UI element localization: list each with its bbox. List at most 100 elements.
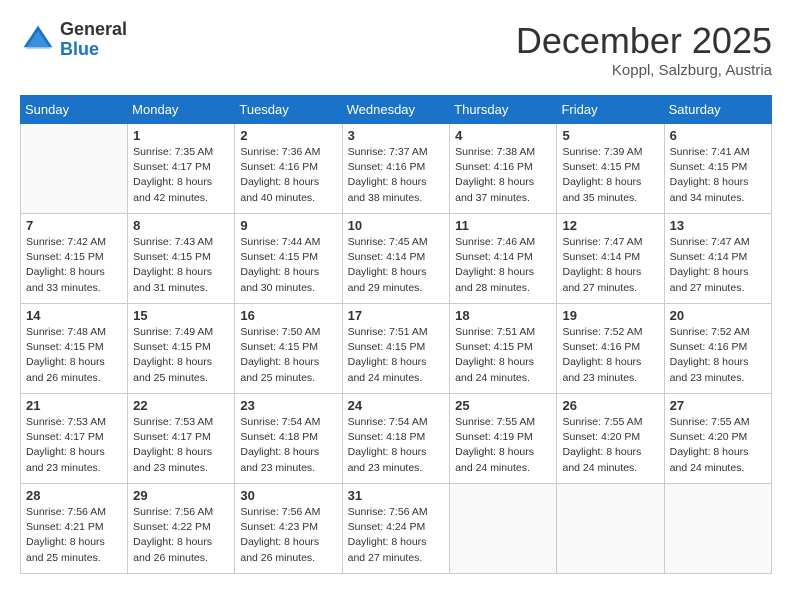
logo: General Blue xyxy=(20,20,127,60)
day-number: 4 xyxy=(455,128,551,143)
day-number: 3 xyxy=(348,128,445,143)
calendar-cell: 26 Sunrise: 7:55 AMSunset: 4:20 PMDayligh… xyxy=(557,394,664,484)
column-header-thursday: Thursday xyxy=(450,96,557,124)
day-number: 7 xyxy=(26,218,122,233)
calendar-cell: 24 Sunrise: 7:54 AMSunset: 4:18 PMDayligh… xyxy=(342,394,450,484)
calendar-cell: 5 Sunrise: 7:39 AMSunset: 4:15 PMDaylight… xyxy=(557,124,664,214)
calendar-cell: 18 Sunrise: 7:51 AMSunset: 4:15 PMDayligh… xyxy=(450,304,557,394)
calendar-header: SundayMondayTuesdayWednesdayThursdayFrid… xyxy=(21,96,772,124)
calendar-cell: 12Sunrise: 7:47 AMSunset: 4:14 PMDayligh… xyxy=(557,214,664,304)
day-number: 28 xyxy=(26,488,122,503)
day-info: Sunrise: 7:46 AMSunset: 4:14 PMDaylight:… xyxy=(455,235,551,296)
calendar-cell xyxy=(450,484,557,574)
day-number: 22 xyxy=(133,398,229,413)
calendar-cell: 29 Sunrise: 7:56 AMSunset: 4:22 PMDayligh… xyxy=(128,484,235,574)
day-info: Sunrise: 7:36 AMSunset: 4:16 PMDaylight:… xyxy=(240,145,336,206)
day-number: 10 xyxy=(348,218,445,233)
day-info: Sunrise: 7:43 AMSunset: 4:15 PMDaylight:… xyxy=(133,235,229,296)
calendar-cell: 27Sunrise: 7:55 AMSunset: 4:20 PMDayligh… xyxy=(664,394,771,484)
day-info: Sunrise: 7:55 AMSunset: 4:20 PMDaylight:… xyxy=(562,415,658,476)
day-info: Sunrise: 7:56 AMSunset: 4:23 PMDaylight:… xyxy=(240,505,336,566)
calendar-cell: 30 Sunrise: 7:56 AMSunset: 4:23 PMDayligh… xyxy=(235,484,342,574)
title-block: December 2025 Koppl, Salzburg, Austria xyxy=(516,20,772,79)
day-number: 2 xyxy=(240,128,336,143)
calendar-cell xyxy=(664,484,771,574)
calendar-cell: 9 Sunrise: 7:44 AMSunset: 4:15 PMDaylight… xyxy=(235,214,342,304)
column-header-wednesday: Wednesday xyxy=(342,96,450,124)
day-info: Sunrise: 7:37 AMSunset: 4:16 PMDaylight:… xyxy=(348,145,445,206)
day-number: 18 xyxy=(455,308,551,323)
day-number: 6 xyxy=(670,128,766,143)
logo-blue: Blue xyxy=(60,40,127,60)
calendar-week-4: 21Sunrise: 7:53 AMSunset: 4:17 PMDayligh… xyxy=(21,394,772,484)
calendar-cell: 21Sunrise: 7:53 AMSunset: 4:17 PMDayligh… xyxy=(21,394,128,484)
calendar-cell: 20 Sunrise: 7:52 AMSunset: 4:16 PMDayligh… xyxy=(664,304,771,394)
day-info: Sunrise: 7:45 AMSunset: 4:14 PMDaylight:… xyxy=(348,235,445,296)
day-number: 25 xyxy=(455,398,551,413)
calendar-cell: 11 Sunrise: 7:46 AMSunset: 4:14 PMDayligh… xyxy=(450,214,557,304)
logo-icon xyxy=(20,22,56,58)
day-info: Sunrise: 7:49 AMSunset: 4:15 PMDaylight:… xyxy=(133,325,229,386)
day-info: Sunrise: 7:42 AMSunset: 4:15 PMDaylight:… xyxy=(26,235,122,296)
day-info: Sunrise: 7:56 AMSunset: 4:22 PMDaylight:… xyxy=(133,505,229,566)
day-number: 1 xyxy=(133,128,229,143)
calendar-cell: 19Sunrise: 7:52 AMSunset: 4:16 PMDayligh… xyxy=(557,304,664,394)
day-info: Sunrise: 7:53 AMSunset: 4:17 PMDaylight:… xyxy=(26,415,122,476)
day-info: Sunrise: 7:44 AMSunset: 4:15 PMDaylight:… xyxy=(240,235,336,296)
day-number: 29 xyxy=(133,488,229,503)
calendar-body: 1 Sunrise: 7:35 AMSunset: 4:17 PMDaylight… xyxy=(21,124,772,574)
day-number: 15 xyxy=(133,308,229,323)
day-info: Sunrise: 7:38 AMSunset: 4:16 PMDaylight:… xyxy=(455,145,551,206)
day-number: 23 xyxy=(240,398,336,413)
day-number: 31 xyxy=(348,488,445,503)
day-number: 11 xyxy=(455,218,551,233)
day-number: 14 xyxy=(26,308,122,323)
day-info: Sunrise: 7:39 AMSunset: 4:15 PMDaylight:… xyxy=(562,145,658,206)
day-info: Sunrise: 7:54 AMSunset: 4:18 PMDaylight:… xyxy=(240,415,336,476)
column-header-sunday: Sunday xyxy=(21,96,128,124)
calendar-cell: 4 Sunrise: 7:38 AMSunset: 4:16 PMDaylight… xyxy=(450,124,557,214)
day-number: 13 xyxy=(670,218,766,233)
calendar-cell: 31 Sunrise: 7:56 AMSunset: 4:24 PMDayligh… xyxy=(342,484,450,574)
location: Koppl, Salzburg, Austria xyxy=(516,62,772,79)
calendar-header-row: SundayMondayTuesdayWednesdayThursdayFrid… xyxy=(21,96,772,124)
calendar-cell: 3 Sunrise: 7:37 AMSunset: 4:16 PMDaylight… xyxy=(342,124,450,214)
day-number: 16 xyxy=(240,308,336,323)
day-number: 20 xyxy=(670,308,766,323)
day-info: Sunrise: 7:55 AMSunset: 4:20 PMDaylight:… xyxy=(670,415,766,476)
calendar-cell: 25Sunrise: 7:55 AMSunset: 4:19 PMDayligh… xyxy=(450,394,557,484)
logo-text: General Blue xyxy=(60,20,127,60)
calendar-cell: 17Sunrise: 7:51 AMSunset: 4:15 PMDayligh… xyxy=(342,304,450,394)
calendar-week-2: 7 Sunrise: 7:42 AMSunset: 4:15 PMDaylight… xyxy=(21,214,772,304)
calendar-cell: 13 Sunrise: 7:47 AMSunset: 4:14 PMDayligh… xyxy=(664,214,771,304)
day-number: 5 xyxy=(562,128,658,143)
day-info: Sunrise: 7:51 AMSunset: 4:15 PMDaylight:… xyxy=(348,325,445,386)
calendar-cell: 10 Sunrise: 7:45 AMSunset: 4:14 PMDayligh… xyxy=(342,214,450,304)
calendar-cell xyxy=(557,484,664,574)
day-info: Sunrise: 7:47 AMSunset: 4:14 PMDaylight:… xyxy=(670,235,766,296)
page-header: General Blue December 2025 Koppl, Salzbu… xyxy=(20,20,772,79)
day-number: 30 xyxy=(240,488,336,503)
calendar-cell: 23 Sunrise: 7:54 AMSunset: 4:18 PMDayligh… xyxy=(235,394,342,484)
calendar-cell xyxy=(21,124,128,214)
calendar-week-1: 1 Sunrise: 7:35 AMSunset: 4:17 PMDaylight… xyxy=(21,124,772,214)
day-info: Sunrise: 7:52 AMSunset: 4:16 PMDaylight:… xyxy=(670,325,766,386)
day-number: 26 xyxy=(562,398,658,413)
calendar-cell: 8 Sunrise: 7:43 AMSunset: 4:15 PMDaylight… xyxy=(128,214,235,304)
day-number: 8 xyxy=(133,218,229,233)
logo-general: General xyxy=(60,20,127,40)
month-title: December 2025 xyxy=(516,20,772,62)
day-info: Sunrise: 7:48 AMSunset: 4:15 PMDaylight:… xyxy=(26,325,122,386)
day-number: 24 xyxy=(348,398,445,413)
calendar-cell: 1 Sunrise: 7:35 AMSunset: 4:17 PMDaylight… xyxy=(128,124,235,214)
column-header-friday: Friday xyxy=(557,96,664,124)
day-number: 9 xyxy=(240,218,336,233)
day-info: Sunrise: 7:35 AMSunset: 4:17 PMDaylight:… xyxy=(133,145,229,206)
calendar-cell: 14 Sunrise: 7:48 AMSunset: 4:15 PMDayligh… xyxy=(21,304,128,394)
calendar-week-5: 28Sunrise: 7:56 AMSunset: 4:21 PMDayligh… xyxy=(21,484,772,574)
calendar-week-3: 14 Sunrise: 7:48 AMSunset: 4:15 PMDayligh… xyxy=(21,304,772,394)
day-info: Sunrise: 7:56 AMSunset: 4:24 PMDaylight:… xyxy=(348,505,445,566)
day-info: Sunrise: 7:54 AMSunset: 4:18 PMDaylight:… xyxy=(348,415,445,476)
day-info: Sunrise: 7:51 AMSunset: 4:15 PMDaylight:… xyxy=(455,325,551,386)
day-info: Sunrise: 7:53 AMSunset: 4:17 PMDaylight:… xyxy=(133,415,229,476)
